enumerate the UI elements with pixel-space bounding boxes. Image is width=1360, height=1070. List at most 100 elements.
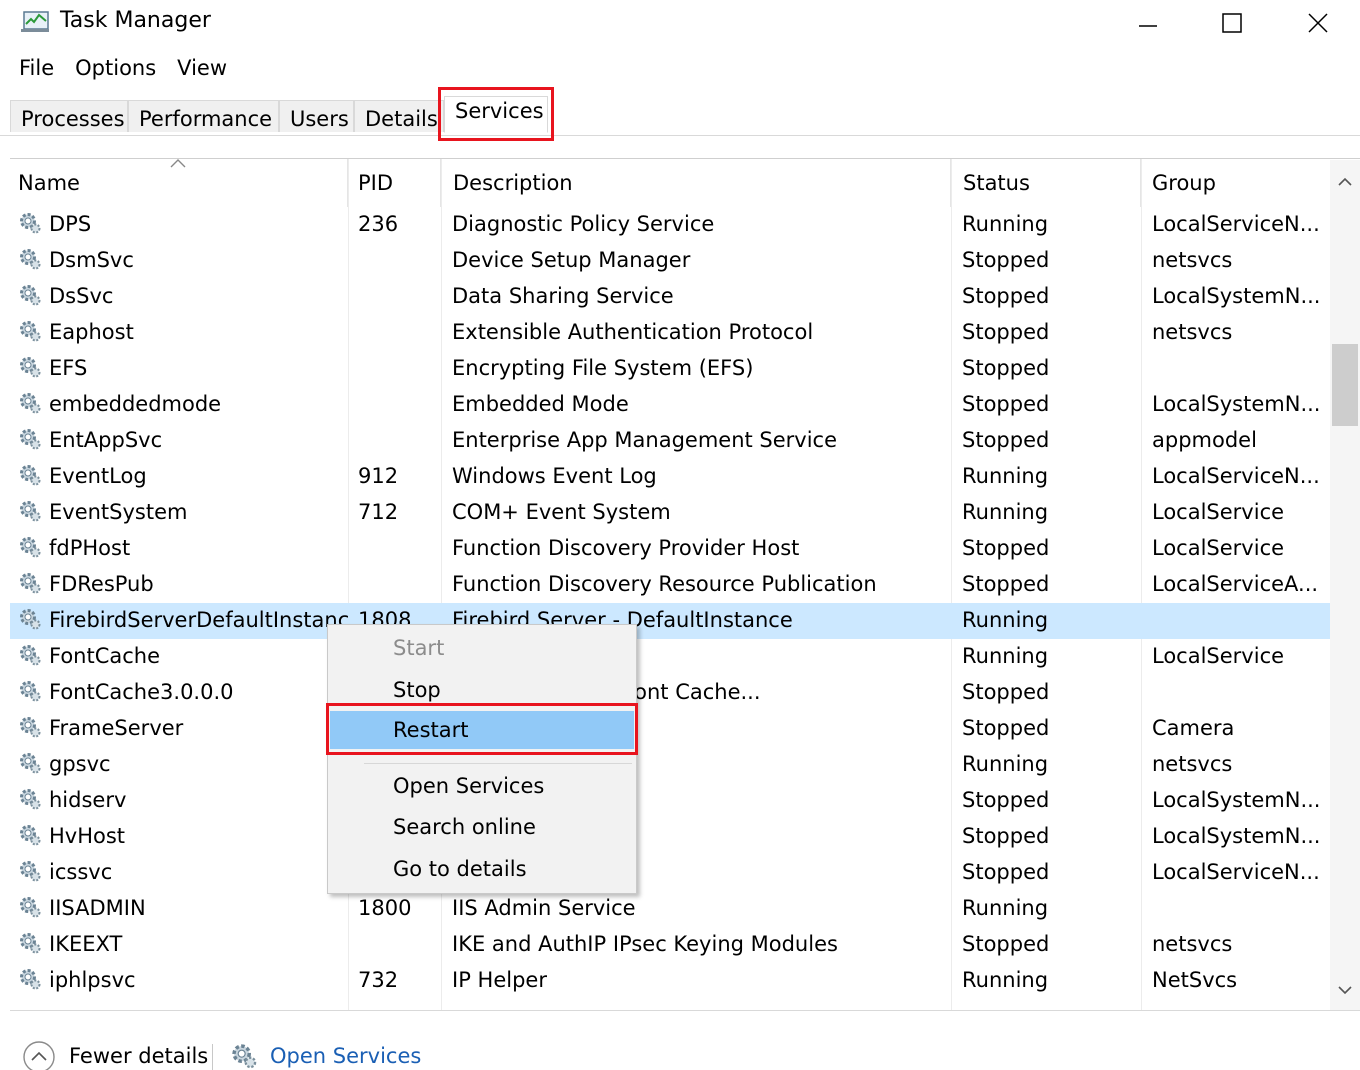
minimize-button[interactable] [1108, 0, 1188, 46]
service-group: LocalServiceN... [1152, 860, 1320, 884]
service-group: LocalService [1152, 644, 1285, 668]
service-name-cell: icssvc [18, 855, 348, 891]
service-pid: 712 [358, 500, 399, 524]
tab-performance[interactable]: Performance [128, 100, 279, 132]
close-button[interactable] [1278, 0, 1358, 46]
service-status: Running [962, 968, 1049, 992]
table-row[interactable]: FrameServerFrame ServerStoppedCamera [10, 711, 1330, 747]
service-group: Camera [1152, 716, 1235, 740]
table-row[interactable]: FontCache3.0.0.0tion Foundation Font Cac… [10, 675, 1330, 711]
table-row[interactable]: Eaphost Extensible Authentication Protoco… [10, 315, 1330, 351]
service-name: FrameServer [49, 716, 184, 740]
service-name: gpsvc [49, 752, 111, 776]
service-group: LocalSystemN... [1152, 824, 1321, 848]
tab-details[interactable]: Details [354, 100, 444, 132]
column-header-pid[interactable]: PID [348, 159, 441, 207]
service-pid [358, 423, 442, 459]
service-pid [358, 279, 442, 315]
service-name-cell: FrameServer [18, 711, 348, 747]
column-header-description[interactable]: Description [441, 159, 951, 207]
service-gear-icon [20, 753, 41, 774]
service-status: Running [962, 752, 1049, 776]
table-row[interactable]: hidservDevice ServiceStoppedLocalSystemN… [10, 783, 1330, 819]
service-gear-icon [20, 933, 41, 954]
table-row[interactable]: iphlpsvc 732 IP Helper Running NetSvcs [10, 963, 1330, 999]
menu-options[interactable]: Options [67, 52, 169, 88]
table-header: Name PID Description Status Group [10, 159, 1330, 207]
service-pid: 912 [358, 464, 399, 488]
menu-view[interactable]: View [169, 52, 240, 88]
fewer-details-icon[interactable] [22, 1040, 56, 1070]
table-row[interactable]: DsSvc Data Sharing Service Stopped LocalSys… [10, 279, 1330, 315]
services-table: Name PID Description Status Group DPS 236… [10, 158, 1360, 1010]
context-menu-open-services[interactable]: Open Services [330, 767, 634, 805]
service-status: Stopped [962, 716, 1050, 740]
service-gear-icon [20, 861, 41, 882]
service-name-cell: FontCache3.0.0.0 [18, 675, 348, 711]
service-name-cell: DPS [18, 207, 348, 243]
service-description: IKE and AuthIP IPsec Keying Modules [452, 932, 838, 956]
scroll-up-button[interactable] [1330, 168, 1360, 196]
service-group: LocalService [1152, 500, 1285, 524]
table-row[interactable]: FDResPub Function Discovery Resource Publ… [10, 567, 1330, 603]
fewer-details-button[interactable]: Fewer details [69, 1044, 208, 1068]
table-row[interactable]: gpsvctRunningnetsvcs [10, 747, 1330, 783]
table-row[interactable]: FontCachethe ServiceRunningLocalService [10, 639, 1330, 675]
service-name: EventSystem [49, 500, 188, 524]
service-description: Diagnostic Policy Service [452, 212, 715, 236]
tab-processes[interactable]: Processes [10, 100, 128, 132]
context-menu-search-online[interactable]: Search online [330, 808, 634, 846]
table-row[interactable]: EntAppSvc Enterprise App Management Servi… [10, 423, 1330, 459]
service-status: Running [962, 464, 1049, 488]
service-name: HvHost [49, 824, 126, 848]
service-gear-icon [20, 321, 41, 342]
table-row[interactable]: IKEEXT IKE and AuthIP IPsec Keying Module… [10, 927, 1330, 963]
service-gear-icon [20, 465, 41, 486]
maximize-button[interactable] [1192, 0, 1272, 46]
service-gear-icon [20, 897, 41, 918]
context-menu-go-to-details[interactable]: Go to details [330, 850, 634, 888]
menu-file[interactable]: File [0, 52, 67, 88]
service-name-cell: EntAppSvc [18, 423, 348, 459]
maximize-icon [1222, 13, 1242, 33]
service-group: LocalSystemN... [1152, 392, 1321, 416]
tab-users[interactable]: Users [279, 100, 354, 132]
service-gear-icon [20, 789, 41, 810]
table-row[interactable]: HvHost Stopped LocalSystemN... [10, 819, 1330, 855]
service-group: LocalService [1152, 536, 1285, 560]
vertical-scrollbar[interactable] [1330, 160, 1360, 1010]
service-gear-icon [20, 645, 41, 666]
open-services-link[interactable]: Open Services [270, 1044, 421, 1068]
service-status: Running [962, 608, 1049, 632]
service-gear-icon [20, 573, 41, 594]
context-menu-start[interactable]: Start [330, 629, 634, 667]
service-name-cell: DsSvc [18, 279, 348, 315]
column-header-status[interactable]: Status [951, 159, 1141, 207]
column-header-name[interactable]: Name [10, 159, 348, 207]
scroll-down-button[interactable] [1330, 976, 1360, 1004]
service-description: IP Helper [452, 968, 547, 992]
table-row[interactable]: EventLog 912 Windows Event Log Running Local… [10, 459, 1330, 495]
title-bar: Task Manager [0, 0, 1360, 46]
table-row[interactable]: fdPHost Function Discovery Provider Host S… [10, 531, 1330, 567]
service-name: EventLog [49, 464, 147, 488]
service-name-cell: FontCache [18, 639, 348, 675]
service-pid: 236 [358, 212, 399, 236]
service-name-cell: EventSystem [18, 495, 348, 531]
table-row[interactable]: DPS 236 Diagnostic Policy Service Running Lo… [10, 207, 1330, 243]
service-gear-icon [20, 213, 41, 234]
table-row[interactable]: icssvcHotspot ServiceStoppedLocalService… [10, 855, 1330, 891]
table-row[interactable]: EventSystem 712 COM+ Event System Running Lo… [10, 495, 1330, 531]
table-row[interactable]: IISADMIN 1800 IIS Admin Service Running [10, 891, 1330, 927]
service-name-cell: fdPHost [18, 531, 348, 567]
service-gear-icon [20, 285, 41, 306]
table-row[interactable]: embeddedmode Embedded Mode Stopped LocalSys… [10, 387, 1330, 423]
column-header-group[interactable]: Group [1141, 159, 1330, 207]
service-name-cell: Eaphost [18, 315, 348, 351]
table-row[interactable]: FirebirdServerDefaultInstance 1808 Firebir… [10, 603, 1330, 639]
table-row[interactable]: DsmSvc Device Setup Manager Stopped netsvcs [10, 243, 1330, 279]
table-row[interactable]: EFS Encrypting File System (EFS) Stopped [10, 351, 1330, 387]
service-name-cell: FDResPub [18, 567, 348, 603]
service-group [1152, 891, 1330, 927]
scroll-thumb[interactable] [1332, 344, 1358, 426]
